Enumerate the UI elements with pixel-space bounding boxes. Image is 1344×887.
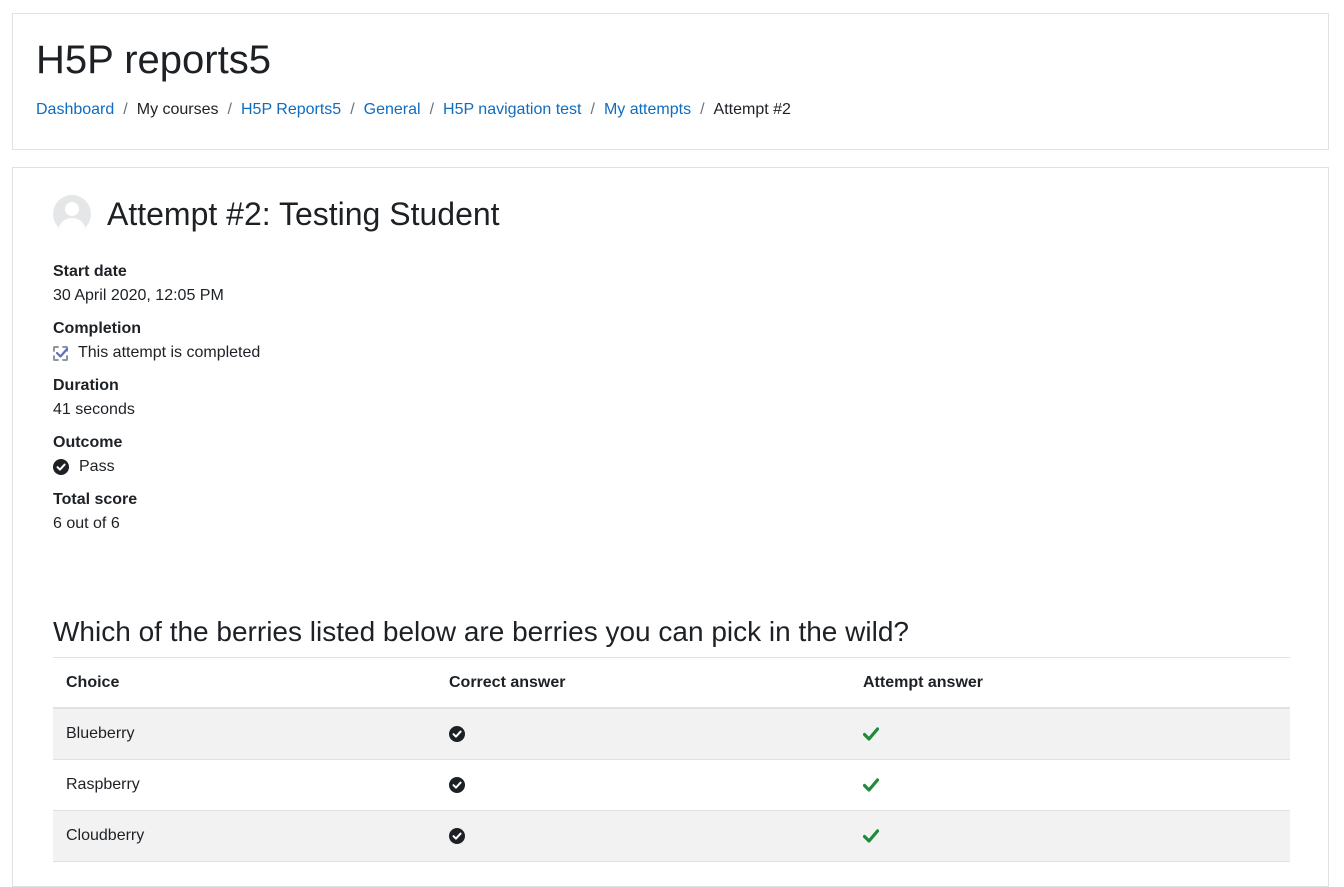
attempt-report: Attempt #2: Testing Student Start date 3…: [12, 167, 1329, 887]
breadcrumb-separator: /: [590, 101, 595, 118]
page-title: H5P reports5: [36, 38, 271, 82]
breadcrumb-current-attempt: Attempt #2: [713, 101, 791, 118]
breadcrumb-activity[interactable]: H5P navigation test: [443, 101, 581, 118]
breadcrumb-separator: /: [227, 101, 232, 118]
breadcrumb-section[interactable]: General: [364, 101, 421, 118]
completion-label: Completion: [53, 320, 141, 337]
page-header: H5P reports5 Dashboard / My courses / H5P Re…: [12, 13, 1329, 150]
start-date-label: Start date: [53, 263, 127, 280]
attempt-header: Attempt #2: Testing Student: [53, 194, 500, 234]
completion-section: Completion This attempt is completed: [53, 317, 260, 365]
duration-value: 41 seconds: [53, 401, 135, 418]
avatar-shoulders: [59, 218, 85, 233]
total-score-value: 6 out of 6: [53, 515, 120, 532]
avatar-head: [65, 202, 79, 216]
question-text: Which of the berries listed below are be…: [53, 616, 909, 647]
total-score-section: Total score 6 out of 6: [53, 488, 137, 536]
table-row: Cloudberry: [53, 810, 1290, 862]
answers-table: Choice Correct answer Attempt answer Blu…: [53, 657, 1290, 862]
duration-label: Duration: [53, 377, 119, 394]
duration-section: Duration 41 seconds: [53, 374, 135, 422]
breadcrumb-my-courses: My courses: [136, 101, 219, 118]
check-circle-icon: [53, 459, 69, 475]
outcome-label: Outcome: [53, 434, 123, 451]
green-check-icon: [863, 778, 1277, 792]
choice-cell: Raspberry: [53, 759, 436, 811]
check-circle-icon: [449, 777, 837, 793]
breadcrumb-dashboard[interactable]: Dashboard: [36, 101, 114, 118]
breadcrumb-separator: /: [700, 101, 705, 118]
table-row: Blueberry: [53, 708, 1290, 760]
check-circle-icon: [449, 726, 837, 742]
start-date-section: Start date 30 April 2020, 12:05 PM: [53, 260, 224, 308]
check-circle-icon: [449, 828, 837, 844]
start-date-value: 30 April 2020, 12:05 PM: [53, 287, 224, 304]
breadcrumb-separator: /: [429, 101, 435, 118]
outcome-value: Pass: [79, 458, 115, 475]
breadcrumb-course[interactable]: H5P Reports5: [241, 101, 341, 118]
outcome-section: Outcome Pass: [53, 431, 122, 479]
table-header-row: Choice Correct answer Attempt answer: [53, 657, 1290, 709]
breadcrumb-separator: /: [350, 101, 355, 118]
choice-cell: Blueberry: [53, 708, 436, 760]
column-header-correct-answer: Correct answer: [436, 657, 850, 709]
column-header-choice: Choice: [53, 657, 436, 709]
completion-checkbox-icon: [53, 345, 69, 361]
choice-cell: Cloudberry: [53, 810, 436, 862]
table-row: Raspberry: [53, 759, 1290, 811]
avatar[interactable]: [53, 195, 91, 233]
breadcrumb-separator: /: [123, 101, 128, 118]
green-check-icon: [863, 727, 1277, 741]
completion-value: This attempt is completed: [78, 344, 261, 361]
attempt-title: Attempt #2: Testing Student: [107, 196, 500, 232]
total-score-label: Total score: [53, 491, 138, 508]
breadcrumb-my-attempts[interactable]: My attempts: [604, 101, 691, 118]
column-header-attempt-answer: Attempt answer: [850, 657, 1290, 709]
breadcrumb: Dashboard / My courses / H5P Reports5 / Genera…: [36, 100, 791, 120]
green-check-icon: [863, 829, 1277, 843]
